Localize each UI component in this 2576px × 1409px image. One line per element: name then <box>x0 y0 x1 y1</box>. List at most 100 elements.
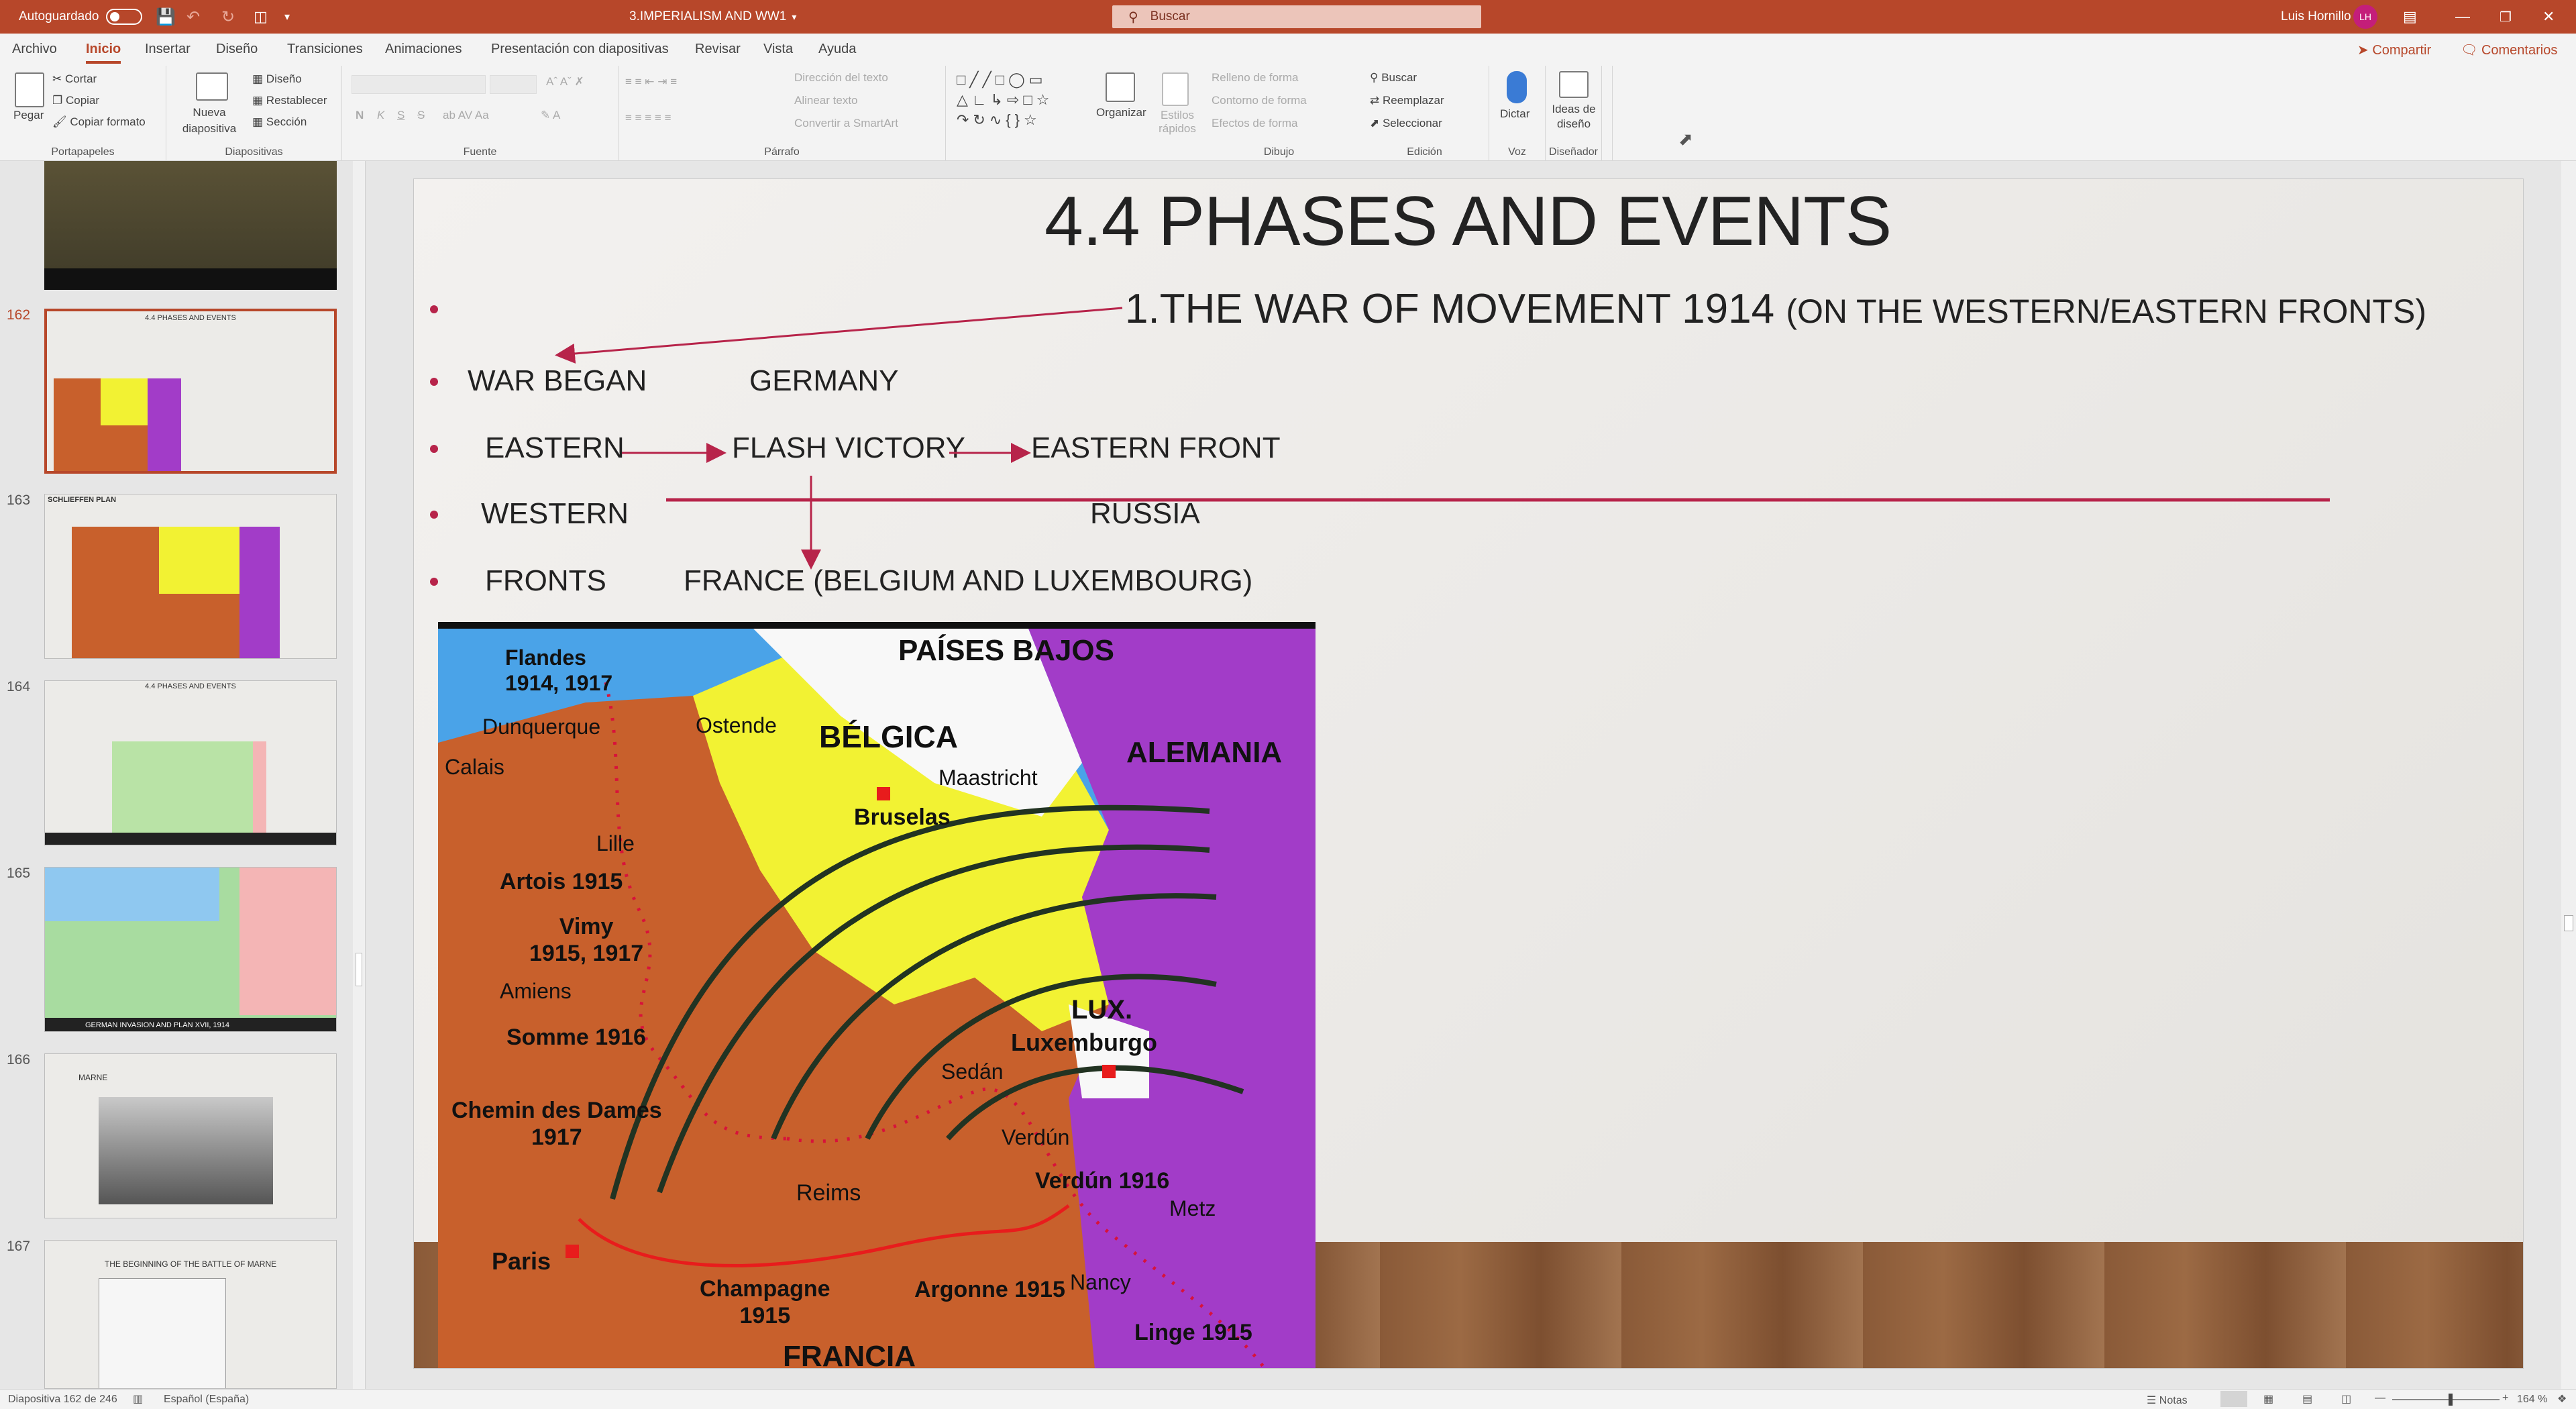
highlight-icon[interactable]: ✎ A <box>541 109 560 122</box>
shapes-gallery-row2[interactable]: △∟↳⇨□☆ <box>957 91 1053 109</box>
tab-revisar[interactable]: Revisar <box>695 42 741 57</box>
tab-insertar[interactable]: Insertar <box>145 42 191 57</box>
canvas-scrollbar[interactable] <box>2561 161 2576 1389</box>
slide-canvas[interactable]: 4.4 PHASES AND EVENTS 1.THE WAR OF MOVEM… <box>413 178 2524 1369</box>
font-size-field[interactable] <box>490 75 537 94</box>
group-diapositivas: Nueva diapositiva ▦ Diseño ▦ Restablecer… <box>166 66 342 161</box>
text-direction-button[interactable]: Dirección del texto <box>794 71 888 85</box>
undo-icon[interactable]: ↶ <box>186 0 200 34</box>
group-label: Edición <box>1407 146 1442 158</box>
ribbon-tabs: Archivo Inicio Insertar Diseño Transicio… <box>0 34 2576 66</box>
shape-fill-button[interactable]: Relleno de forma <box>1212 71 1298 85</box>
save-icon[interactable]: 💾 <box>156 0 176 34</box>
arrange-icon[interactable] <box>1106 72 1135 102</box>
zoom-thumb[interactable] <box>2449 1394 2453 1406</box>
quick-styles-icon[interactable] <box>1162 72 1189 106</box>
tab-diseno[interactable]: Diseño <box>216 42 258 57</box>
shapes-gallery-row3[interactable]: ↷↻∿{}☆ <box>957 111 1041 129</box>
redo-icon[interactable]: ↻ <box>221 0 235 34</box>
new-slide-icon[interactable] <box>196 72 228 101</box>
font-spacing-icon[interactable]: ab AV Aa <box>443 109 489 122</box>
smartart-button[interactable]: Convertir a SmartArt <box>794 117 898 130</box>
panel-scrollbar[interactable] <box>353 161 365 1389</box>
minimize-icon[interactable]: — <box>2455 0 2470 34</box>
tab-ayuda[interactable]: Ayuda <box>818 42 856 57</box>
map-label: Dunquerque <box>482 715 601 739</box>
map-label: Somme 1916 <box>506 1025 646 1050</box>
replace-button[interactable]: ⇄ Reemplazar <box>1370 94 1444 107</box>
new-slide-button[interactable]: Nueva diapositiva <box>176 105 243 137</box>
zoom-in-icon[interactable]: + <box>2502 1392 2508 1404</box>
user-name[interactable]: Luis Hornillo <box>2281 0 2351 34</box>
avatar[interactable]: LH <box>2353 5 2377 29</box>
tab-presentacion[interactable]: Presentación con diapositivas <box>491 42 669 57</box>
reset-button[interactable]: ▦ Restablecer <box>252 94 327 107</box>
slide-thumbnail-162[interactable]: 4.4 PHASES AND EVENTS <box>44 309 337 474</box>
arrange-button[interactable]: Organizar <box>1096 106 1146 119</box>
italic-button[interactable]: K <box>377 109 384 122</box>
find-button[interactable]: ⚲ Buscar <box>1370 71 1417 85</box>
paste-button[interactable]: Pegar <box>13 109 44 122</box>
zoom-level[interactable]: 164 % <box>2517 1394 2547 1406</box>
share-button[interactable]: ➤ Compartir <box>2357 42 2431 58</box>
search-box[interactable]: ⚲ Buscar <box>1112 5 1481 28</box>
tab-animaciones[interactable]: Animaciones <box>385 42 462 57</box>
microphone-icon[interactable] <box>1507 71 1527 103</box>
grow-font-icon[interactable]: Aˆ Aˇ ✗ <box>546 75 584 89</box>
zoom-out-icon[interactable]: — <box>2375 1392 2385 1404</box>
slide-thumbnail-161[interactable] <box>44 161 337 290</box>
strike-button[interactable]: S <box>417 109 425 122</box>
format-painter-button[interactable]: 🖌 Copiar formato <box>52 115 146 129</box>
tab-archivo[interactable]: Archivo <box>12 42 57 57</box>
tab-transiciones[interactable]: Transiciones <box>287 42 363 57</box>
select-button[interactable]: ⬈ Seleccionar <box>1370 117 1442 130</box>
slide-thumbnail-165[interactable]: GERMAN INVASION AND PLAN XVII, 1914 <box>44 867 337 1032</box>
restore-icon[interactable]: ❐ <box>2500 0 2512 34</box>
ribbon-display-icon[interactable]: ▤ <box>2403 0 2417 34</box>
shapes-gallery[interactable]: □╱╱□◯▭ <box>957 71 1046 89</box>
slide-thumbnail-163[interactable]: SCHLIEFFEN PLAN <box>44 494 337 659</box>
accessibility-icon[interactable]: ▥ <box>133 1392 143 1406</box>
close-icon[interactable]: ✕ <box>2542 0 2555 34</box>
language-indicator[interactable]: Español (España) <box>164 1394 249 1406</box>
slideshow-icon[interactable]: ◫ <box>2341 1392 2351 1406</box>
design-ideas-icon[interactable] <box>1559 71 1589 98</box>
tab-vista[interactable]: Vista <box>763 42 793 57</box>
sorter-view-icon[interactable]: ▦ <box>2263 1392 2273 1406</box>
fit-slide-icon[interactable]: ❖ <box>2557 1392 2567 1406</box>
slide-thumbnail-167[interactable]: THE BEGINNING OF THE BATTLE OF MARNE <box>44 1240 337 1389</box>
font-name-field[interactable] <box>352 75 486 94</box>
western-front-map[interactable]: PAÍSES BAJOS Flandes 1914, 1917 Dunquerq… <box>438 622 1316 1368</box>
present-icon[interactable]: ◫ <box>254 0 268 34</box>
bold-button[interactable]: N <box>356 109 364 122</box>
shape-effects-button[interactable]: Efectos de forma <box>1212 117 1298 130</box>
autosave-toggle[interactable] <box>106 0 142 34</box>
cut-button[interactable]: ✂ Cortar <box>52 72 97 86</box>
slide-thumbnail-164[interactable]: 4.4 PHASES AND EVENTS <box>44 680 337 845</box>
section-button[interactable]: ▦ Sección <box>252 115 307 129</box>
quick-styles-button[interactable]: Estilos rápidos <box>1147 109 1208 136</box>
comments-button[interactable]: 🗨 Comentarios <box>2461 42 2557 58</box>
reading-view-icon[interactable]: ▤ <box>2302 1392 2312 1406</box>
align-icons[interactable]: ≡ ≡ ≡ ≡ ≡ <box>625 111 672 125</box>
slide-counter[interactable]: Diapositiva 162 de 246 <box>8 1394 117 1406</box>
ribbon: Pegar ✂ Cortar ❐ Copiar 🖌 Copiar formato… <box>0 66 2576 161</box>
layout-button[interactable]: ▦ Diseño <box>252 72 302 86</box>
slide-thumbnail-166[interactable]: MARNE <box>44 1053 337 1218</box>
zoom-slider[interactable] <box>2392 1399 2500 1400</box>
paste-icon[interactable] <box>15 72 44 107</box>
customize-qat-icon[interactable]: ▾ <box>284 0 290 34</box>
dictate-button[interactable]: Dictar <box>1500 107 1529 121</box>
copy-button[interactable]: ❐ Copiar <box>52 94 99 107</box>
bullets-icon[interactable]: ≡ ≡ ⇤ ⇥ ≡ <box>625 75 677 89</box>
tab-inicio[interactable]: Inicio <box>86 42 121 64</box>
map-label: BÉLGICA <box>819 719 958 754</box>
normal-view-button[interactable] <box>2220 1391 2247 1407</box>
group-parrafo: ≡ ≡ ⇤ ⇥ ≡ ≡ ≡ ≡ ≡ ≡ Dirección del texto … <box>619 66 946 161</box>
shape-outline-button[interactable]: Contorno de forma <box>1212 94 1307 107</box>
design-ideas-button[interactable]: Ideas de diseño <box>1548 102 1599 132</box>
underline-button[interactable]: S <box>397 109 405 122</box>
document-title[interactable]: 3.IMPERIALISM AND WW1 ▾ <box>629 0 796 34</box>
align-text-button[interactable]: Alinear texto <box>794 94 858 107</box>
notes-button[interactable]: ☰ Notas <box>2147 1394 2188 1407</box>
